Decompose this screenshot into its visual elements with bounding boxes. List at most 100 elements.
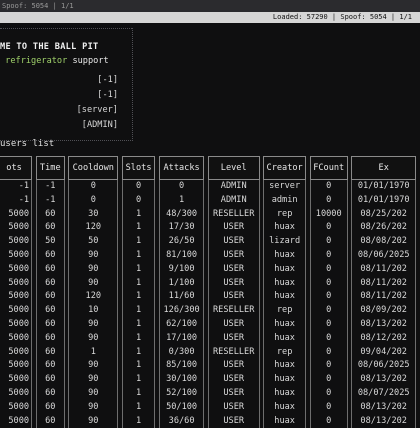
cell-slots: 5000: [0, 345, 33, 360]
cell-attacks: 30/100: [159, 373, 205, 387]
table-row: 5000 60 90 1 17/100 USER huax 0 08/12/202: [0, 331, 416, 346]
cell-slots: 5000: [0, 262, 33, 277]
cell-time: -1: [35, 193, 65, 208]
cell-level: USER: [207, 400, 260, 415]
cell-fcount: 0: [309, 317, 348, 332]
cell-slots: 5000: [0, 317, 33, 332]
cell-slots2: 1: [121, 373, 156, 387]
cell-cooldown: 10: [68, 304, 119, 318]
cell-cooldown: 90: [68, 331, 119, 346]
status-bar: Loaded: 57290 | Spoof: 5054 | 1/1: [0, 12, 420, 23]
cell-expiry: 08/13/202: [351, 317, 416, 332]
cell-cooldown: 120: [68, 221, 119, 236]
cell-fcount: 0: [309, 235, 348, 249]
cell-slots2: 1: [121, 262, 156, 277]
window-title: Spoof: 5054 | 1/1: [2, 2, 74, 10]
table-row: 5000 60 90 1 36/60 USER huax 0 08/13/202: [0, 414, 416, 428]
cell-attacks: 52/100: [159, 386, 205, 401]
cell-attacks: 62/100: [159, 317, 205, 332]
cell-creator: huax: [263, 373, 307, 387]
cell-slots: 5000: [0, 414, 33, 428]
cell-slots2: 1: [121, 290, 156, 305]
cell-slots: 5000: [0, 276, 33, 291]
cell-time: 60: [35, 345, 65, 360]
cell-expiry: 08/06/2025: [351, 248, 416, 263]
cell-creator: huax: [263, 317, 307, 332]
cell-attacks: 0: [159, 180, 205, 194]
users-list-heading: users list: [0, 139, 55, 149]
cell-slots: 5000: [0, 290, 33, 305]
col-header-slots: ots: [0, 156, 33, 180]
cell-level: USER: [207, 235, 260, 249]
cell-cooldown: 0: [68, 180, 119, 194]
cell-expiry: 08/06/2025: [351, 359, 416, 374]
cell-slots2: 1: [121, 345, 156, 360]
col-header-time: Time: [35, 156, 65, 180]
cell-time: 60: [35, 248, 65, 263]
cell-expiry: 08/11/202: [351, 262, 416, 277]
cell-expiry: 08/13/202: [351, 414, 416, 428]
cell-cooldown: 90: [68, 276, 119, 291]
cell-creator: huax: [263, 331, 307, 346]
banner-subtitle-suffix: support: [67, 56, 109, 66]
cell-expiry: 08/13/202: [351, 400, 416, 415]
col-header-expiry: Ex: [351, 156, 416, 180]
cell-creator: lizard: [263, 235, 307, 249]
cell-fcount: 10000: [309, 207, 348, 222]
cell-expiry: 08/25/202: [351, 207, 416, 222]
cell-fcount: 0: [309, 193, 348, 208]
cell-fcount: 0: [309, 345, 348, 360]
cell-fcount: 0: [309, 414, 348, 428]
cell-fcount: 0: [309, 290, 348, 305]
cell-attacks: 1/100: [159, 276, 205, 291]
info-row: [-1]: [97, 75, 118, 85]
cell-time: 60: [35, 304, 65, 318]
cell-creator: admin: [263, 193, 307, 208]
cell-attacks: 48/300: [159, 207, 205, 222]
cell-creator: rep: [263, 207, 307, 222]
cell-attacks: 11/60: [159, 290, 205, 305]
cell-cooldown: 90: [68, 317, 119, 332]
cell-fcount: 0: [309, 304, 348, 318]
cell-slots2: 1: [121, 386, 156, 401]
cell-slots2: 1: [121, 400, 156, 415]
cell-cooldown: 90: [68, 248, 119, 263]
cell-time: 60: [35, 221, 65, 236]
cell-expiry: 08/08/202: [351, 235, 416, 249]
cell-attacks: 126/300: [159, 304, 205, 318]
cell-slots2: 1: [121, 331, 156, 346]
info-row: [-1]: [97, 90, 118, 100]
cell-expiry: 01/01/1970: [351, 180, 416, 194]
cell-slots: 5000: [0, 235, 33, 249]
cell-level: USER: [207, 290, 260, 305]
cell-fcount: 0: [309, 248, 348, 263]
cell-level: RESELLER: [207, 345, 260, 360]
table-row: 5000 60 30 1 48/300 RESELLER rep 10000 08/25/202: [0, 207, 416, 222]
cell-creator: huax: [263, 386, 307, 401]
cell-slots: 5000: [0, 373, 33, 387]
cell-fcount: 0: [309, 276, 348, 291]
cell-attacks: 81/100: [159, 248, 205, 263]
cell-slots2: 1: [121, 414, 156, 428]
cell-attacks: 50/100: [159, 400, 205, 415]
cell-creator: huax: [263, 221, 307, 236]
cell-cooldown: 120: [68, 290, 119, 305]
cell-attacks: 85/100: [159, 359, 205, 374]
cell-slots: -1: [0, 193, 33, 208]
cell-level: USER: [207, 373, 260, 387]
cell-level: USER: [207, 331, 260, 346]
cell-time: 60: [35, 276, 65, 291]
cell-expiry: 09/04/202: [351, 345, 416, 360]
cell-slots: 5000: [0, 304, 33, 318]
table-row: -1 -1 0 0 1 ADMIN admin 0 01/01/1970: [0, 193, 416, 208]
cell-slots2: 1: [121, 304, 156, 318]
cell-level: USER: [207, 248, 260, 263]
cell-cooldown: 90: [68, 262, 119, 277]
cell-time: 60: [35, 373, 65, 387]
table-row: 5000 50 50 1 26/50 USER lizard 0 08/08/202: [0, 235, 416, 249]
cell-creator: rep: [263, 345, 307, 360]
cell-slots: 5000: [0, 400, 33, 415]
cell-slots: 5000: [0, 207, 33, 222]
cell-attacks: 17/100: [159, 331, 205, 346]
status-text: Loaded: 57290 | Spoof: 5054 | 1/1: [272, 13, 412, 21]
